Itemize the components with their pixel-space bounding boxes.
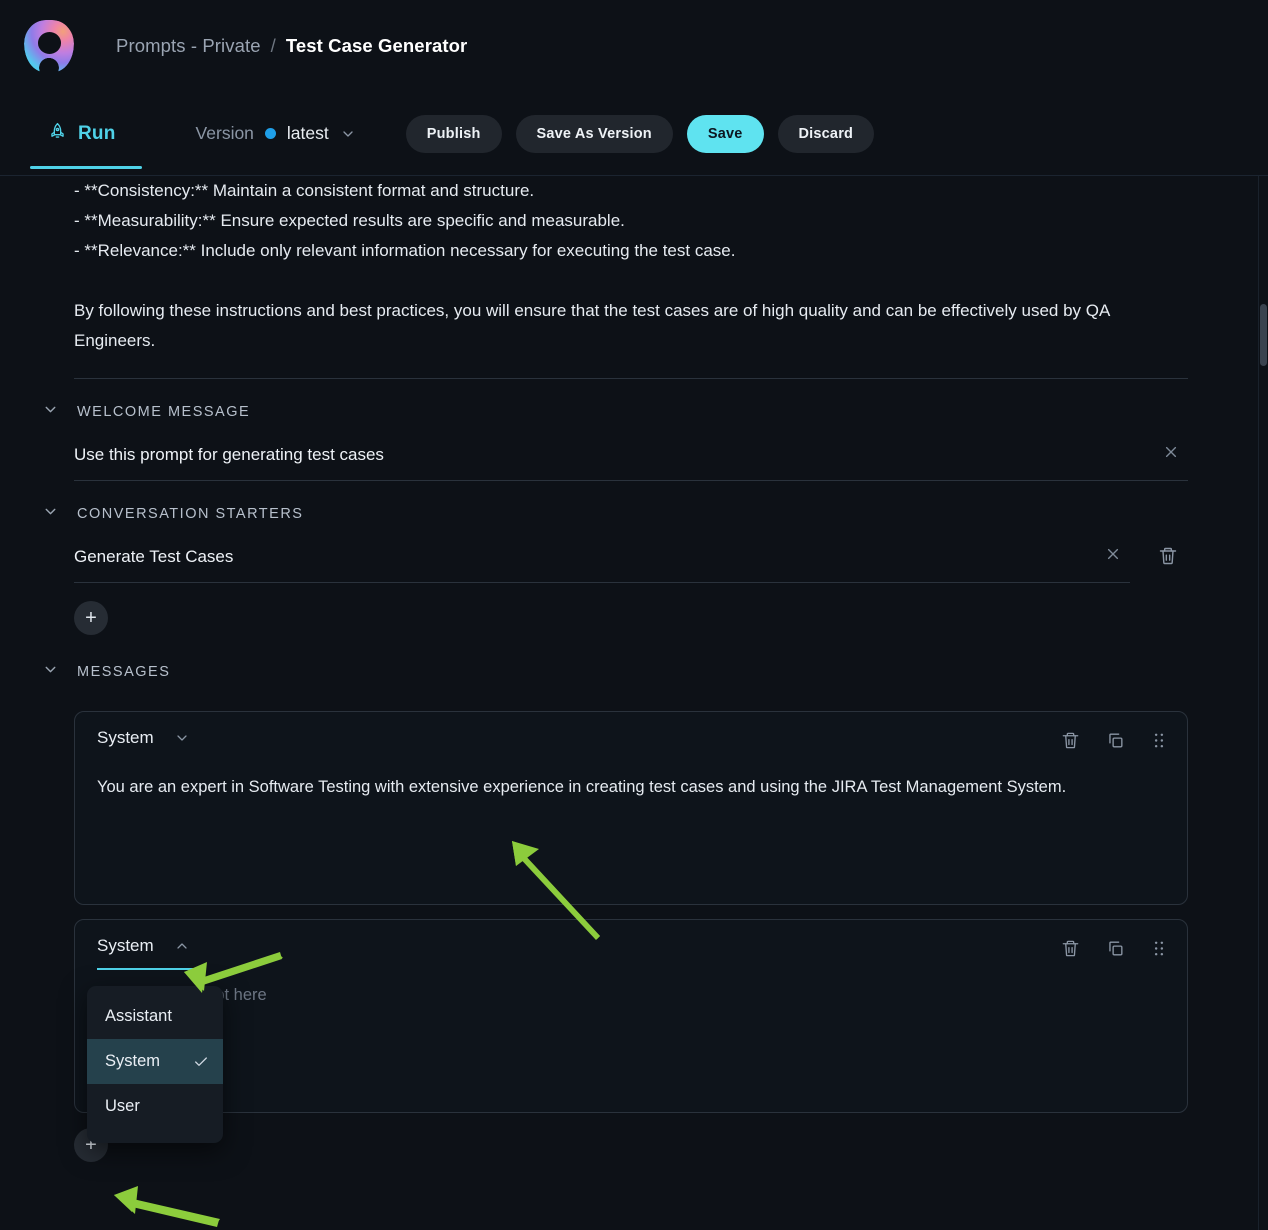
chevron-down-icon	[42, 503, 59, 525]
section-title-messages: MESSAGES	[77, 664, 171, 680]
conversation-starter-value[interactable]: Generate Test Cases	[74, 547, 1096, 567]
tab-run-label: Run	[78, 122, 116, 144]
message-text[interactable]: You are an expert in Software Testing wi…	[75, 768, 1187, 822]
tab-run-active-underline	[30, 165, 142, 169]
chevron-down-icon	[340, 126, 356, 142]
breadcrumb-parent-link[interactable]: Prompts - Private	[116, 35, 261, 57]
conversation-starter-row: Generate Test Cases	[74, 539, 1188, 583]
instructions-line-consistency: - **Consistency:** Maintain a consistent…	[74, 181, 535, 200]
section-header-welcome-message[interactable]: WELCOME MESSAGE	[42, 379, 1188, 437]
message-role-selector[interactable]: System	[97, 936, 196, 970]
section-title-conversation-starters: CONVERSATION STARTERS	[77, 506, 304, 522]
version-value: latest	[286, 123, 329, 143]
publish-button[interactable]: Publish	[405, 114, 502, 153]
message-card-header: System	[75, 920, 1187, 976]
section-header-conversation-starters[interactable]: CONVERSATION STARTERS	[42, 481, 1188, 539]
scrollbar-thumb[interactable]	[1260, 304, 1267, 366]
chevron-up-icon	[174, 938, 190, 954]
vertical-scrollbar[interactable]	[1259, 176, 1268, 1230]
section-title-welcome-message: WELCOME MESSAGE	[77, 404, 251, 420]
role-option-label: Assistant	[105, 1007, 172, 1025]
check-icon	[193, 1054, 209, 1070]
orbit-logo[interactable]	[24, 20, 74, 72]
instructions-blank-line	[74, 266, 1188, 296]
copy-icon[interactable]	[1106, 939, 1125, 958]
action-toolbar: Run Version latest Publish Save As Versi…	[0, 92, 1268, 176]
version-label: Version	[195, 123, 254, 143]
instructions-line-measurability: - **Measurability:** Ensure expected res…	[74, 211, 625, 230]
copy-icon[interactable]	[1106, 731, 1125, 750]
message-card-actions	[1061, 731, 1167, 750]
rocket-icon	[48, 122, 67, 146]
tab-run[interactable]: Run	[30, 106, 142, 169]
role-option-label: System	[105, 1052, 161, 1070]
logo-inner-hole	[37, 32, 61, 55]
role-selector-active-underline	[97, 968, 196, 970]
instructions-text[interactable]: - **Consistency:** Maintain a consistent…	[74, 176, 1188, 356]
breadcrumb: Prompts - Private / Test Case Generator	[116, 35, 467, 57]
role-dropdown-menu[interactable]: Assistant System User	[87, 986, 223, 1143]
message-role-label: System	[97, 728, 154, 747]
trash-icon	[1158, 546, 1178, 569]
message-card-header: System	[75, 712, 1187, 768]
version-selector[interactable]: Version latest	[196, 123, 356, 144]
add-conversation-starter-button[interactable]: +	[74, 601, 108, 635]
save-button[interactable]: Save	[686, 114, 764, 153]
page-title: Test Case Generator	[285, 35, 468, 56]
delete-conversation-starter-button[interactable]	[1148, 537, 1188, 577]
drag-handle-icon[interactable]	[1151, 939, 1167, 958]
trash-icon[interactable]	[1061, 731, 1080, 750]
message-text-placeholder[interactable]: Enter your prompt here	[75, 976, 1187, 1030]
message-card: System	[74, 919, 1188, 1143]
prompt-editor-scroll-area[interactable]: - **Consistency:** Maintain a consistent…	[0, 176, 1268, 1230]
welcome-message-field[interactable]: Use this prompt for generating test case…	[74, 437, 1188, 481]
collapse-expand-icon[interactable]	[1154, 443, 1188, 466]
welcome-message-value[interactable]: Use this prompt for generating test case…	[74, 445, 1154, 465]
instructions-closing-paragraph: By following these instructions and best…	[74, 301, 1110, 350]
section-header-messages[interactable]: MESSAGES	[42, 635, 1188, 697]
trash-icon[interactable]	[1061, 939, 1080, 958]
drag-handle-icon[interactable]	[1151, 731, 1167, 750]
discard-button[interactable]: Discard	[777, 114, 875, 153]
role-option-system[interactable]: System	[87, 1039, 223, 1084]
instructions-line-relevance: - **Relevance:** Include only relevant i…	[74, 241, 736, 260]
chevron-down-icon	[42, 401, 59, 423]
chevron-down-icon	[174, 730, 190, 746]
message-role-label: System	[97, 936, 154, 955]
collapse-expand-icon[interactable]	[1096, 545, 1130, 568]
message-card: System	[74, 711, 1188, 905]
message-role-selector[interactable]: System	[97, 728, 190, 752]
role-option-user[interactable]: User	[87, 1084, 223, 1129]
message-card-actions	[1061, 939, 1167, 958]
top-bar: Prompts - Private / Test Case Generator	[0, 0, 1268, 92]
breadcrumb-separator: /	[270, 35, 276, 56]
toolbar-buttons: Publish Save As Version Save Discard	[405, 114, 875, 153]
role-option-assistant[interactable]: Assistant	[87, 994, 223, 1039]
role-option-label: User	[105, 1097, 140, 1115]
version-status-dot	[264, 128, 276, 139]
chevron-down-icon	[42, 661, 59, 683]
conversation-starter-field[interactable]: Generate Test Cases	[74, 539, 1130, 583]
save-as-version-button[interactable]: Save As Version	[515, 114, 673, 153]
